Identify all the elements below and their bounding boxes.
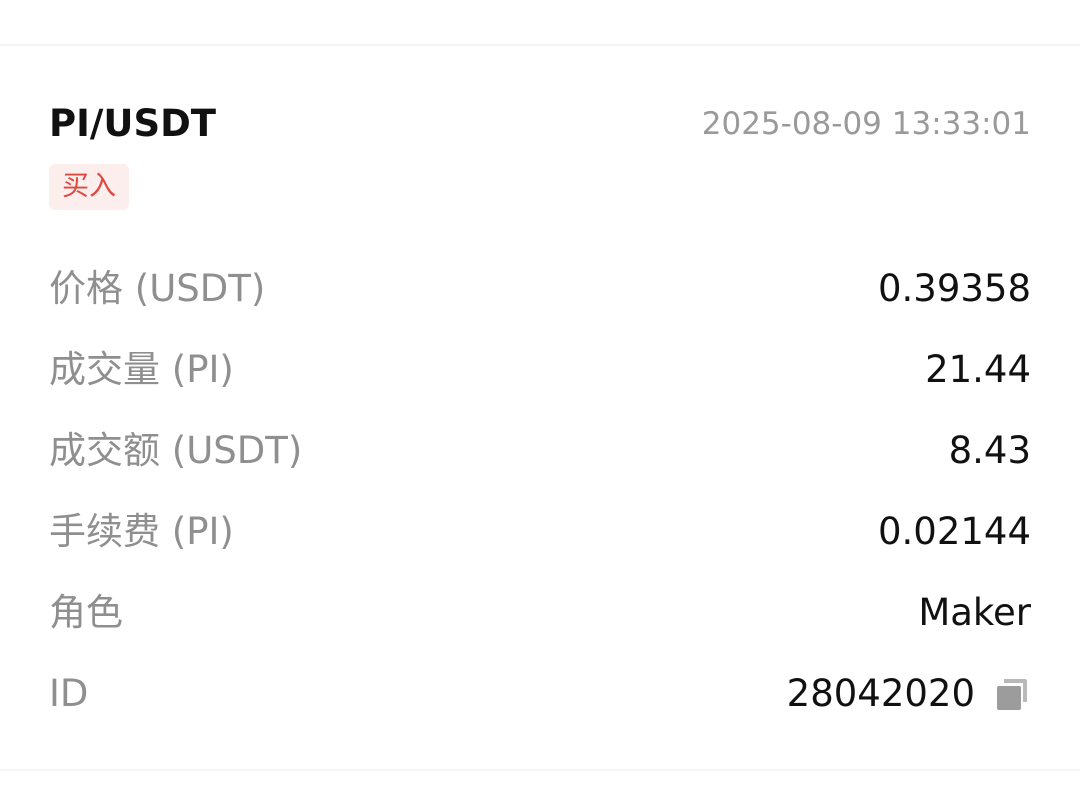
detail-row-amount: 成交额 (USDT) 8.43 [49, 426, 1031, 507]
price-value: 0.39358 [877, 267, 1031, 310]
bottom-divider [0, 769, 1080, 771]
detail-row-volume: 成交量 (PI) 21.44 [49, 345, 1031, 426]
id-value-group: 28042020 [787, 669, 1031, 719]
detail-row-fee: 手续费 (PI) 0.02144 [49, 507, 1031, 588]
detail-rows: 价格 (USDT) 0.39358 成交量 (PI) 21.44 成交额 (US… [49, 264, 1031, 750]
volume-label: 成交量 (PI) [49, 348, 234, 391]
role-value: Maker [918, 591, 1031, 634]
copy-icon[interactable] [993, 675, 1031, 713]
amount-label: 成交额 (USDT) [49, 429, 303, 472]
trading-pair: PI/USDT [49, 102, 217, 145]
trade-detail-card: PI/USDT 2025-08-09 13:33:01 买入 价格 (USDT)… [49, 46, 1031, 768]
fee-value: 0.02144 [877, 510, 1031, 553]
volume-value: 21.44 [925, 348, 1031, 391]
detail-row-id: ID 28042020 [49, 669, 1031, 750]
trade-timestamp: 2025-08-09 13:33:01 [701, 106, 1031, 142]
role-label: 角色 [49, 591, 123, 634]
side-badge: 买入 [49, 164, 129, 210]
detail-row-price: 价格 (USDT) 0.39358 [49, 264, 1031, 345]
price-label: 价格 (USDT) [49, 267, 266, 310]
fee-label: 手续费 (PI) [49, 510, 234, 553]
amount-value: 8.43 [948, 429, 1031, 472]
detail-row-role: 角色 Maker [49, 588, 1031, 669]
id-value: 28042020 [786, 672, 975, 715]
id-label: ID [49, 672, 89, 715]
